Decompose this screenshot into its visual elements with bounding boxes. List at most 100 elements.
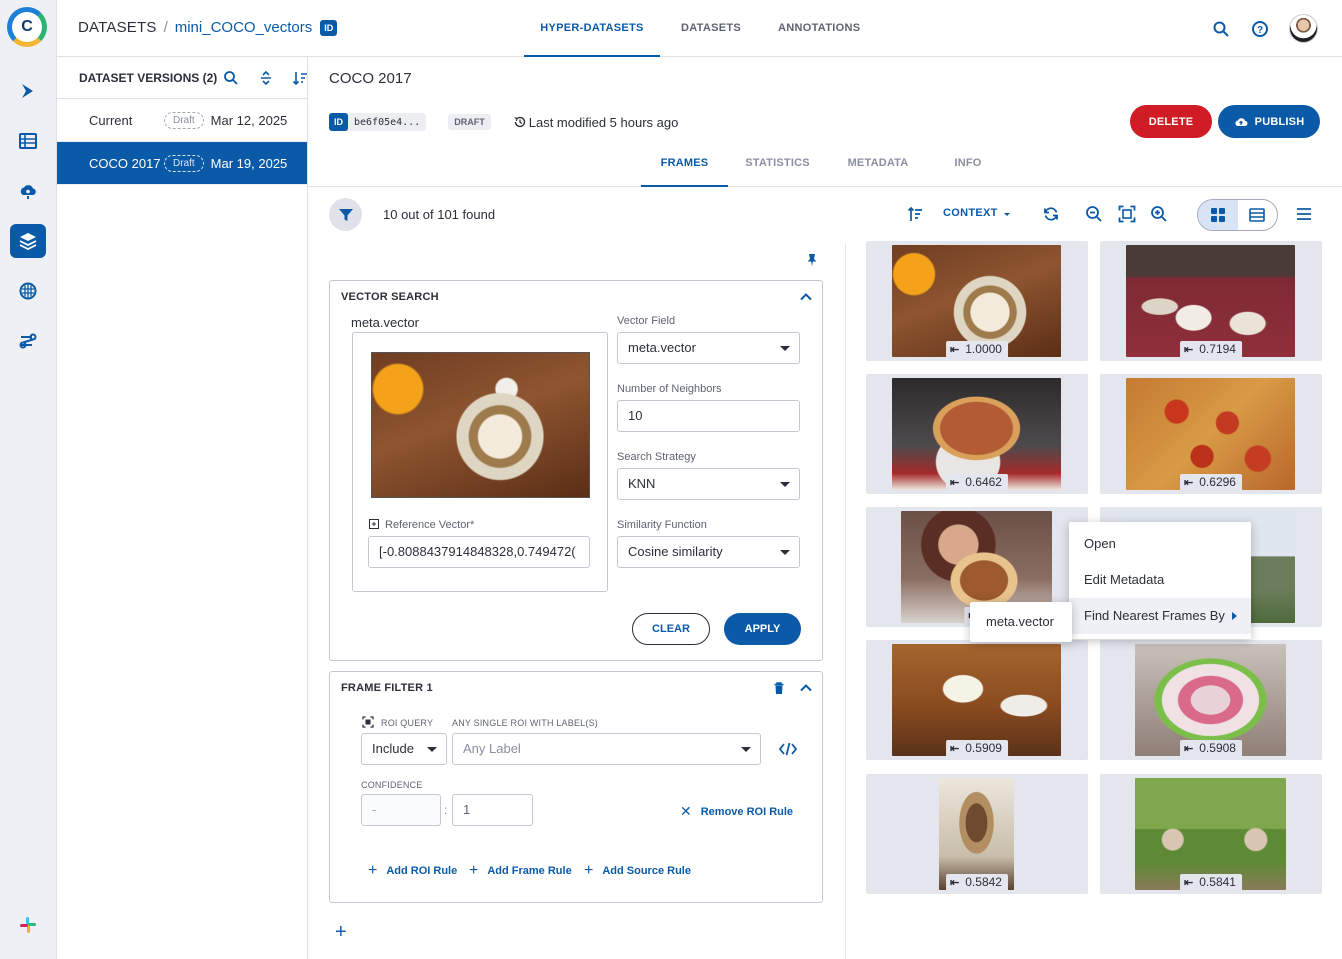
search-icon[interactable] (1212, 20, 1230, 38)
tab-metadata[interactable]: METADATA (838, 143, 918, 187)
frame-tile[interactable]: ⇤ 0.6462 (866, 374, 1088, 494)
code-icon[interactable] (779, 741, 797, 757)
context-dropdown[interactable]: CONTEXT (943, 207, 998, 219)
menu-item-find-nearest[interactable]: Find Nearest Frames By (1069, 598, 1251, 634)
page-title: COCO 2017 (329, 70, 412, 87)
versions-header: DATASET VERSIONS (2) (57, 57, 307, 99)
zoom-out-icon[interactable] (1085, 205, 1103, 223)
copy-id-badge[interactable]: ID (320, 19, 338, 36)
sort-icon[interactable] (292, 70, 308, 86)
submenu-item-meta-vector[interactable]: meta.vector (970, 602, 1072, 642)
tab-datasets[interactable]: DATASETS (681, 0, 741, 57)
orchestration-icon[interactable] (10, 324, 46, 358)
version-date: Mar 19, 2025 (210, 155, 288, 171)
menu-item-edit-metadata[interactable]: Edit Metadata (1069, 562, 1251, 598)
add-filter-button[interactable]: + (335, 921, 347, 944)
help-icon[interactable]: ? (1251, 20, 1269, 38)
neighbors-input[interactable]: 10 (617, 400, 800, 432)
trash-icon[interactable] (772, 681, 786, 695)
plus-icon: + (368, 862, 378, 879)
add-frame-rule-button[interactable]: + Add Frame Rule (469, 862, 572, 880)
frames-toolbar: 10 out of 101 found CONTEXT (308, 187, 1342, 239)
clearml-logo[interactable]: C (7, 7, 47, 47)
label-select[interactable]: Any Label (452, 733, 761, 765)
tab-hyper-datasets[interactable]: HYPER-DATASETS (524, 0, 660, 57)
plus-icon: + (584, 862, 594, 879)
version-row-selected[interactable]: COCO 2017 Draft Mar 19, 2025 (57, 142, 307, 185)
last-modified-text: Last modified 5 hours ago (528, 114, 679, 130)
list-icon (1249, 208, 1266, 222)
tab-info[interactable]: INFO (944, 143, 992, 187)
chevron-up-icon[interactable] (798, 289, 814, 305)
frame-tile[interactable]: ⇤ 0.7194 (1100, 241, 1322, 361)
versions-title: DATASET VERSIONS (2) (79, 70, 218, 85)
pipelines-icon[interactable] (10, 74, 46, 108)
close-icon: ✕ (680, 803, 692, 819)
frame-tile[interactable]: ⇤ 0.5909 (866, 640, 1088, 760)
reference-vector-input[interactable]: [-0.8088437914848328,0.749472( (368, 536, 590, 568)
fit-screen-icon[interactable] (1118, 205, 1136, 223)
datasets-icon[interactable] (10, 224, 46, 258)
strategy-label: Search Strategy (617, 451, 696, 463)
tab-statistics[interactable]: STATISTICS (736, 143, 819, 187)
slack-icon[interactable] (10, 908, 46, 942)
add-source-rule-button[interactable]: + Add Source Rule (584, 862, 691, 880)
frame-filter-card: FRAME FILTER 1 ROI QUERY ANY SINGLE ROI … (329, 671, 823, 903)
breadcrumb-dataset-name[interactable]: mini_COCO_vectors (175, 19, 313, 36)
version-date: Mar 12, 2025 (210, 112, 288, 128)
chevron-down-icon[interactable] (1001, 205, 1013, 223)
include-value: Include (372, 741, 414, 756)
search-icon[interactable] (223, 70, 239, 86)
frame-tile[interactable]: ⇤ 0.5908 (1100, 640, 1322, 760)
grid-view-button[interactable] (1198, 200, 1238, 230)
remove-roi-rule-button[interactable]: ✕ Remove ROI Rule (680, 803, 793, 820)
chevron-up-icon[interactable] (798, 680, 814, 696)
vector-search-title: VECTOR SEARCH (341, 291, 439, 303)
version-id-pill[interactable]: ID be6f05e4... (329, 113, 427, 131)
find-nearest-label: Find Nearest Frames By (1084, 608, 1225, 623)
list-view-button[interactable] (1238, 200, 1278, 230)
vector-search-card: VECTOR SEARCH meta.vector Reference Vect… (329, 280, 823, 661)
delete-button[interactable]: DELETE (1130, 105, 1212, 138)
zoom-in-icon[interactable] (1150, 205, 1168, 223)
breadcrumb-datasets[interactable]: DATASETS (78, 19, 157, 36)
reference-image[interactable] (371, 352, 590, 498)
menu-icon[interactable] (1295, 205, 1313, 223)
publish-button[interactable]: PUBLISH (1218, 105, 1320, 138)
frame-tile[interactable]: ⇤ 0.5841 (1100, 774, 1322, 894)
version-meta-row: ID be6f05e4... DRAFT Last modified 5 hou… (329, 113, 678, 131)
vector-field-select[interactable]: meta.vector (617, 332, 800, 364)
status-badge: DRAFT (448, 114, 491, 130)
search-strategy-select[interactable]: KNN (617, 468, 800, 500)
apply-button[interactable]: APPLY (724, 613, 801, 645)
tab-annotations[interactable]: ANNOTATIONS (778, 0, 860, 57)
tab-frames[interactable]: FRAMES (641, 143, 728, 187)
refresh-icon[interactable] (1042, 205, 1060, 223)
nearest-icon: ⇤ (1184, 476, 1194, 489)
grid-icon (1210, 208, 1225, 222)
frame-tile[interactable]: ⇤ 1.0000 (866, 241, 1088, 361)
collapse-icon[interactable] (258, 70, 274, 86)
nearest-icon: ⇤ (950, 876, 960, 889)
add-source-rule-label: Add Source Rule (602, 865, 691, 877)
add-roi-rule-button[interactable]: + Add ROI Rule (368, 862, 457, 880)
frame-tile[interactable]: ⇤ 0.5842 (866, 774, 1088, 894)
pin-icon[interactable] (805, 253, 819, 267)
version-row[interactable]: Current Draft Mar 12, 2025 (57, 99, 307, 142)
remove-roi-rule-label: Remove ROI Rule (700, 805, 794, 818)
filter-toggle-button[interactable] (329, 198, 362, 231)
menu-item-open[interactable]: Open (1069, 526, 1251, 562)
clear-button[interactable]: CLEAR (632, 613, 710, 645)
brain-icon[interactable] (10, 274, 46, 308)
avatar[interactable] (1289, 14, 1318, 43)
cloud-icon[interactable] (10, 174, 46, 208)
confidence-min-input[interactable]: - (361, 794, 441, 826)
include-select[interactable]: Include (361, 733, 447, 765)
frame-tile[interactable]: ⇤ 0.6296 (1100, 374, 1322, 494)
tables-icon[interactable] (10, 124, 46, 158)
view-mode-toggle (1197, 199, 1278, 231)
sort-icon[interactable] (906, 205, 924, 223)
confidence-max-input[interactable]: 1 (452, 794, 533, 826)
frame-filter-title: FRAME FILTER 1 (341, 682, 433, 694)
similarity-function-select[interactable]: Cosine similarity (617, 536, 800, 568)
